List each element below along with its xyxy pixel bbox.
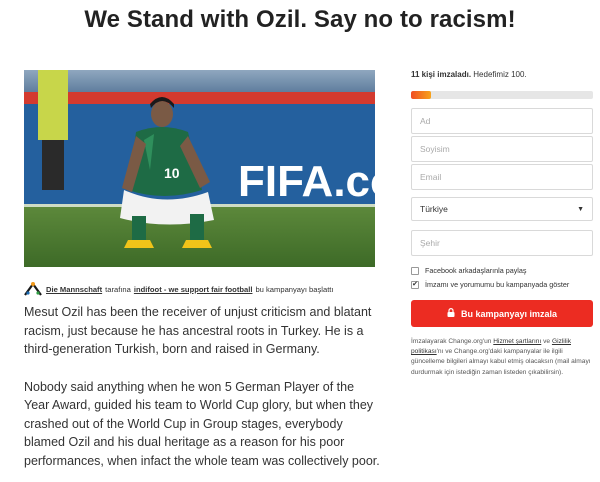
- show-name-label: İmzamı ve yorumumu bu kampanyada göster: [425, 280, 570, 289]
- legal-text: İmzalayarak Change.org'un: [411, 338, 492, 345]
- lock-icon: [447, 308, 455, 319]
- sign-button[interactable]: Bu kampanyayı imzala: [411, 300, 593, 327]
- legal-notice: İmzalayarak Change.org'un Hizmet şartlar…: [411, 337, 593, 378]
- city-input[interactable]: [411, 230, 593, 256]
- legal-text: 'nı ve Change.org'daki kampanyalar ile i…: [411, 348, 591, 376]
- starter-middle-text: tarafına: [105, 284, 131, 294]
- chevron-down-icon: ▼: [577, 205, 584, 213]
- last-name-input[interactable]: [411, 136, 593, 162]
- organizer-logo-icon: [24, 282, 42, 296]
- campaign-link[interactable]: indifoot - we support fair football: [134, 285, 253, 294]
- sign-button-label: Bu kampanyayı imzala: [460, 308, 558, 319]
- page-title: We Stand with Ozil. Say no to racism!: [84, 6, 516, 33]
- signature-count-text: 11 kişi imzaladı.: [411, 70, 472, 79]
- fifa-banner-text: FIFA.com: [238, 157, 375, 206]
- campaign-story: Mesut Ozil has been the receiver of unju…: [24, 303, 382, 482]
- organizer-link[interactable]: Die Mannschaft: [46, 285, 102, 294]
- starter-suffix: bu kampanyayı başlattı: [255, 284, 334, 294]
- show-name-checkbox[interactable]: ✔ İmzamı ve yorumumu bu kampanyada göste…: [411, 280, 593, 289]
- signature-progress-bar: [411, 91, 593, 99]
- story-paragraph: Mesut Ozil has been the receiver of unju…: [24, 305, 372, 356]
- terms-link[interactable]: Hizmet şartlarını: [493, 338, 541, 345]
- facebook-share-label: Facebook arkadaşlarınla paylaş: [425, 266, 527, 275]
- sign-panel: 11 kişi imzaladı. Hedefimiz 100. Türkiye…: [411, 70, 593, 376]
- signature-goal-text: Hedefimiz 100.: [473, 70, 527, 79]
- legal-text: ve: [543, 338, 551, 345]
- country-select-value: Türkiye: [420, 204, 448, 214]
- signature-progress-fill: [411, 91, 432, 99]
- campaign-photo: FIFA.com 10: [24, 70, 375, 267]
- jersey-number: 10: [164, 165, 180, 181]
- story-paragraph: Nobody said anything when he won 5 Germa…: [24, 379, 380, 468]
- campaign-starter: Die Mannschaft tarafına indifoot - we su…: [24, 280, 384, 298]
- country-select[interactable]: Türkiye ▼: [411, 197, 593, 221]
- first-name-input[interactable]: [411, 108, 593, 134]
- signature-count: 11 kişi imzaladı. Hedefimiz 100.: [411, 70, 593, 82]
- checkbox-box[interactable]: [411, 266, 419, 275]
- email-input[interactable]: [411, 164, 593, 190]
- facebook-share-checkbox[interactable]: Facebook arkadaşlarınla paylaş: [411, 266, 593, 275]
- checkbox-box[interactable]: ✔: [411, 280, 419, 289]
